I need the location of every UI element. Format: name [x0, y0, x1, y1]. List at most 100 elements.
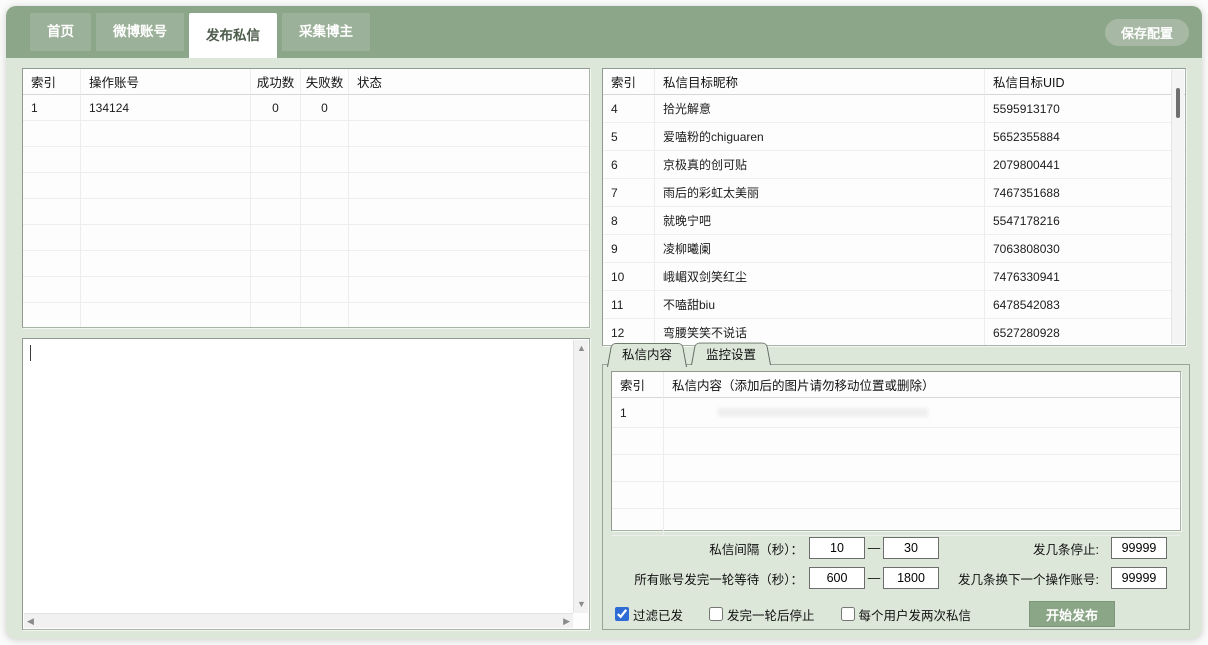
round-wait-label: 所有账号发完一轮等待（秒）： — [634, 572, 803, 587]
target-row[interactable]: 10 峨嵋双剑笑红尘 7476330941 — [603, 263, 1185, 291]
targets-scrollbar[interactable] — [1171, 70, 1184, 344]
target-index: 10 — [603, 263, 655, 291]
col-dm-content: 私信内容（添加后的图片请勿移动位置或删除） — [664, 372, 1180, 398]
table-row-empty — [612, 428, 1180, 455]
send-twice-checkbox[interactable]: 每个用户发两次私信 — [840, 605, 972, 624]
account-index: 1 — [23, 95, 81, 121]
tab-weibo-accounts[interactable]: 微博账号 — [96, 13, 184, 51]
interval-min-input[interactable] — [809, 537, 865, 559]
scroll-up-icon[interactable]: ▲ — [577, 344, 586, 353]
stop-after-label: 发几条停止: — [1033, 542, 1099, 557]
tab-send-dm[interactable]: 发布私信 — [189, 13, 277, 58]
interval-max-input[interactable] — [883, 537, 939, 559]
switch-account-input[interactable] — [1111, 567, 1167, 589]
scroll-right-icon[interactable]: ▶ — [563, 616, 570, 626]
account-name: 134124 — [81, 95, 251, 121]
filter-sent-checkbox-input[interactable] — [615, 607, 629, 621]
accounts-table-header: 索引 操作账号 成功数 失败数 状态 — [23, 69, 589, 95]
scrollbar-thumb[interactable] — [1176, 88, 1180, 118]
table-row-empty — [23, 173, 589, 199]
scroll-left-icon[interactable]: ◀ — [27, 616, 34, 626]
start-publish-button[interactable]: 开始发布 — [1029, 601, 1116, 627]
target-nickname: 雨后的彩虹太美丽 — [655, 179, 985, 207]
targets-table-header: 索引 私信目标昵称 私信目标UID — [603, 69, 1185, 95]
dm-content-row[interactable]: 1 — [612, 398, 1180, 428]
target-nickname: 峨嵋双剑笑红尘 — [655, 263, 985, 291]
table-row-empty — [612, 482, 1180, 509]
dm-content-table-header: 索引 私信内容（添加后的图片请勿移动位置或删除） — [612, 372, 1180, 398]
stop-after-round-checkbox-input[interactable] — [709, 607, 724, 621]
dm-content-index: 1 — [612, 398, 664, 428]
col-status: 状态 — [349, 69, 589, 95]
target-row[interactable]: 8 就晚宁吧 5547178216 — [603, 207, 1185, 235]
target-index: 7 — [603, 179, 655, 207]
targets-table: 索引 私信目标昵称 私信目标UID 4 拾光解意 5595913170 5 爱嗑… — [602, 68, 1186, 346]
switch-account-label: 发几条换下一个操作账号: — [958, 572, 1099, 587]
table-row-empty — [23, 251, 589, 277]
round-wait-max-input[interactable] — [883, 567, 939, 589]
dm-content-table: 索引 私信内容（添加后的图片请勿移动位置或删除） 1 — [611, 371, 1181, 536]
target-nickname: 就晚宁吧 — [655, 207, 985, 235]
col-fail: 失败数 — [301, 69, 349, 95]
target-row[interactable]: 9 凌柳曦阑 7063808030 — [603, 235, 1185, 263]
app-window: 首页 微博账号 发布私信 采集博主 保存配置 索引 操作账号 成功数 失败数 状… — [6, 6, 1202, 639]
round-wait-settings-row: 所有账号发完一轮等待（秒）： — 发几条换下一个操作账号: — [603, 565, 1189, 591]
interval-settings-row: 私信间隔（秒）： — 发几条停止: — [603, 535, 1189, 561]
target-row[interactable]: 5 爱嗑粉的chiguaren 5652355884 — [603, 123, 1185, 151]
account-status — [349, 95, 589, 121]
table-row-empty — [23, 225, 589, 251]
target-nickname: 京极真的创可贴 — [655, 151, 985, 179]
target-nickname: 凌柳曦阑 — [655, 235, 985, 263]
target-index: 5 — [603, 123, 655, 151]
target-uid: 7467351688 — [985, 179, 1185, 207]
account-fail-count: 0 — [301, 95, 349, 121]
dm-content-panel: 私信内容 监控设置 索引 私信内容（添加后的图片请勿移动位置或删除） 1 私信间 — [602, 340, 1190, 630]
target-uid: 5547178216 — [985, 207, 1185, 235]
send-twice-label: 每个用户发两次私信 — [858, 608, 972, 623]
stop-after-input[interactable] — [1111, 537, 1167, 559]
col-nickname: 私信目标昵称 — [655, 69, 985, 95]
tab-collect-bloggers[interactable]: 采集博主 — [282, 13, 370, 51]
scroll-down-icon[interactable]: ▼ — [577, 600, 586, 609]
tab-dm-content[interactable]: 私信内容 — [607, 340, 687, 365]
filter-sent-checkbox[interactable]: 过滤已发 — [615, 605, 683, 624]
target-row[interactable]: 4 拾光解意 5595913170 — [603, 95, 1185, 123]
target-row[interactable]: 6 京极真的创可贴 2079800441 — [603, 151, 1185, 179]
range-dash: — — [867, 541, 881, 555]
stop-after-round-label: 发完一轮后停止 — [727, 608, 815, 623]
target-uid: 2079800441 — [985, 151, 1185, 179]
log-textarea[interactable] — [24, 340, 573, 613]
tab-home[interactable]: 首页 — [30, 13, 91, 51]
log-horizontal-scrollbar[interactable]: ◀ ▶ — [24, 613, 573, 628]
target-index: 6 — [603, 151, 655, 179]
send-twice-checkbox-input[interactable] — [840, 607, 855, 621]
round-wait-min-input[interactable] — [809, 567, 865, 589]
target-uid: 5652355884 — [985, 123, 1185, 151]
interval-label: 私信间隔（秒）： — [709, 542, 803, 557]
target-uid: 6478542083 — [985, 291, 1185, 319]
text-caret — [30, 345, 31, 361]
table-row-empty — [23, 277, 589, 303]
target-nickname: 拾光解意 — [655, 95, 985, 123]
col-index: 索引 — [23, 69, 81, 95]
target-row[interactable]: 7 雨后的彩虹太美丽 7467351688 — [603, 179, 1185, 207]
redacted-content — [718, 408, 928, 417]
target-index: 9 — [603, 235, 655, 263]
target-uid: 7476330941 — [985, 263, 1185, 291]
accounts-table: 索引 操作账号 成功数 失败数 状态 1 134124 0 0 — [22, 68, 590, 328]
target-nickname: 爱嗑粉的chiguaren — [655, 123, 985, 151]
table-row-empty — [23, 199, 589, 225]
target-uid: 5595913170 — [985, 95, 1185, 123]
account-row[interactable]: 1 134124 0 0 — [23, 95, 589, 121]
stop-after-round-checkbox[interactable]: 发完一轮后停止 — [709, 605, 815, 624]
target-row[interactable]: 11 不嗑甜biu 6478542083 — [603, 291, 1185, 319]
table-row-empty — [23, 303, 589, 327]
tab-monitor-settings[interactable]: 监控设置 — [691, 340, 771, 365]
save-config-button[interactable]: 保存配置 — [1104, 19, 1189, 46]
col-index: 索引 — [612, 372, 664, 398]
target-index: 4 — [603, 95, 655, 123]
target-nickname: 不嗑甜biu — [655, 291, 985, 319]
log-vertical-scrollbar[interactable]: ▲ ▼ — [573, 340, 588, 613]
table-row-empty — [23, 121, 589, 147]
options-row: 过滤已发 发完一轮后停止 每个用户发两次私信 开始发布 — [603, 599, 1189, 629]
